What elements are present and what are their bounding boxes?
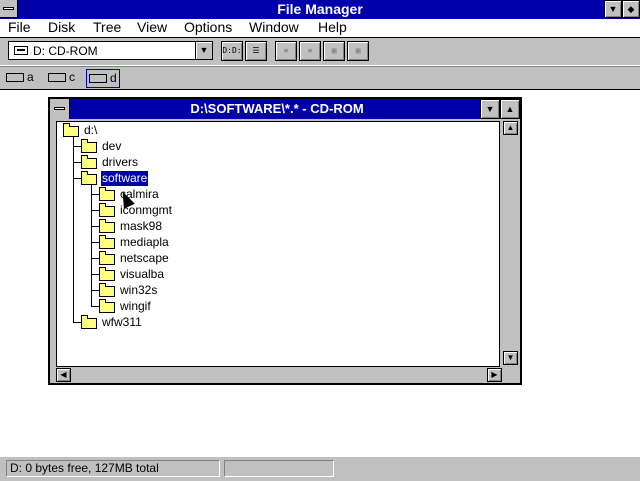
scroll-down-arrow-icon[interactable]: ▼ bbox=[503, 351, 518, 365]
folder-open-icon bbox=[63, 123, 79, 137]
list-view-button[interactable]: ☰ bbox=[245, 41, 267, 61]
drive-bar: a c d bbox=[0, 66, 640, 90]
folder-icon bbox=[81, 155, 97, 169]
drive-select-value: D: CD-ROM bbox=[33, 44, 98, 58]
tree-line bbox=[91, 226, 99, 227]
floppy-drive-icon bbox=[6, 73, 24, 83]
tree-item-label: wfw311 bbox=[102, 315, 142, 329]
vertical-scrollbar[interactable]: ▲ ▼ bbox=[502, 121, 519, 367]
dropdown-arrow-icon[interactable]: ▼ bbox=[195, 42, 212, 59]
status-panel-secondary bbox=[224, 460, 334, 477]
scroll-right-arrow-icon[interactable]: ▶ bbox=[487, 368, 502, 382]
drive-d-label: d bbox=[110, 71, 117, 85]
folder-icon bbox=[99, 219, 115, 233]
folder-open-icon bbox=[81, 171, 97, 185]
cdrom-drive-icon bbox=[14, 46, 28, 55]
horizontal-scrollbar[interactable]: ◀ ▶ bbox=[56, 367, 502, 383]
folder-icon bbox=[99, 187, 115, 201]
window-maximize-button[interactable]: ▲ bbox=[500, 99, 520, 119]
tree-line bbox=[91, 210, 99, 211]
tree-item-label: drivers bbox=[102, 155, 139, 169]
folder-icon bbox=[81, 315, 97, 329]
folder-icon bbox=[99, 299, 115, 313]
tree-line bbox=[91, 184, 92, 306]
sort-type-button[interactable]: ≡ bbox=[299, 41, 321, 61]
menu-help[interactable]: Help bbox=[318, 19, 347, 36]
menu-view[interactable]: View bbox=[137, 19, 167, 36]
window-system-menu-icon[interactable] bbox=[50, 99, 70, 119]
directory-window-title: D:\SOFTWARE\*.* - CD-ROM bbox=[190, 101, 364, 116]
tree-item-label-selected: software bbox=[101, 171, 149, 186]
tree-item-label: mask98 bbox=[120, 219, 163, 233]
tree-item-label: dev bbox=[102, 139, 122, 153]
menu-window[interactable]: Window bbox=[249, 19, 299, 36]
folder-icon bbox=[99, 203, 115, 217]
tree-root-label: d:\ bbox=[84, 123, 98, 137]
drive-select[interactable]: D: CD-ROM ▼ bbox=[8, 41, 213, 60]
tree-item-label: win32s bbox=[120, 283, 158, 297]
scroll-left-arrow-icon[interactable]: ◀ bbox=[56, 368, 71, 382]
menu-tree[interactable]: Tree bbox=[93, 19, 121, 36]
connect-drive-button[interactable]: D:D: bbox=[221, 41, 243, 61]
directory-tree: d:\ dev drivers software calmira iconmgm… bbox=[56, 121, 500, 367]
folder-icon bbox=[99, 251, 115, 265]
tree-line bbox=[73, 136, 74, 322]
folder-icon bbox=[99, 267, 115, 281]
menu-bar: File Disk Tree View Options Window Help bbox=[0, 19, 640, 38]
tree-line bbox=[91, 306, 99, 307]
menu-options[interactable]: Options bbox=[184, 19, 232, 36]
hard-disk-icon bbox=[48, 73, 66, 83]
cdrom-drive-icon bbox=[89, 74, 107, 84]
restore-button[interactable]: ◆ bbox=[622, 0, 640, 18]
drive-c[interactable]: c bbox=[48, 69, 75, 86]
drive-d[interactable]: d bbox=[86, 69, 120, 88]
app-title-bar: File Manager ▼ ◆ bbox=[0, 0, 640, 19]
window-minimize-button[interactable]: ▼ bbox=[480, 99, 500, 119]
scroll-up-arrow-icon[interactable]: ▲ bbox=[503, 121, 518, 135]
tree-line bbox=[91, 258, 99, 259]
zoom-button[interactable]: ▣ bbox=[347, 41, 369, 61]
drive-a[interactable]: a bbox=[6, 69, 34, 86]
sort-name-button[interactable]: ≡ bbox=[275, 41, 297, 61]
app-title: File Manager bbox=[277, 1, 363, 17]
drive-c-label: c bbox=[69, 70, 75, 84]
folder-icon bbox=[81, 139, 97, 153]
tree-line bbox=[91, 242, 99, 243]
tree-item-label: visualba bbox=[120, 267, 165, 281]
status-bar: D: 0 bytes free, 127MB total bbox=[0, 456, 640, 481]
minimize-button[interactable]: ▼ bbox=[604, 0, 622, 18]
directory-window: D:\SOFTWARE\*.* - CD-ROM ▼ ▲ d:\ dev dri… bbox=[48, 97, 522, 385]
drive-a-label: a bbox=[27, 70, 34, 84]
tree-item-label: wingif bbox=[120, 299, 151, 313]
tree-line bbox=[91, 290, 99, 291]
tree-item-label: mediapla bbox=[120, 235, 169, 249]
folder-icon bbox=[99, 235, 115, 249]
menu-disk[interactable]: Disk bbox=[48, 19, 75, 36]
folder-icon bbox=[99, 283, 115, 297]
menu-file[interactable]: File bbox=[8, 19, 31, 36]
toolbar: D: CD-ROM ▼ D:D: ☰ ≡ ≡ ▣ ▣ bbox=[0, 38, 640, 65]
tree-item-label: netscape bbox=[120, 251, 169, 265]
tree-line bbox=[91, 194, 99, 195]
tree-line bbox=[91, 274, 99, 275]
copy-button[interactable]: ▣ bbox=[323, 41, 345, 61]
status-disk-info: D: 0 bytes free, 127MB total bbox=[6, 460, 220, 477]
directory-window-title-bar: D:\SOFTWARE\*.* - CD-ROM ▼ ▲ bbox=[50, 99, 520, 119]
